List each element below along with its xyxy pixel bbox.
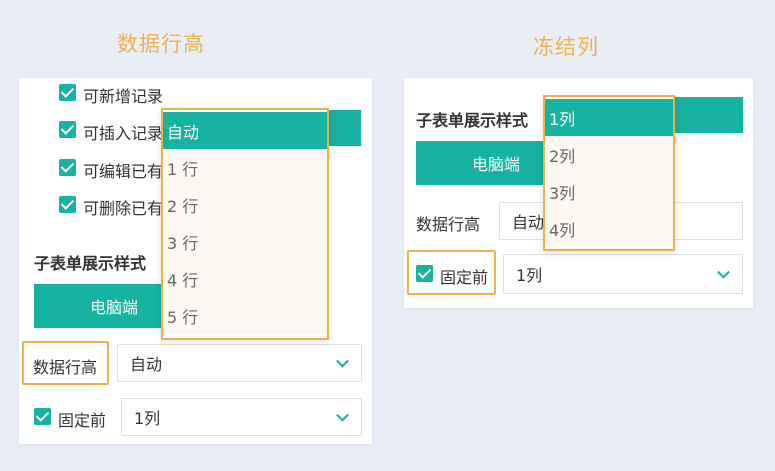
option-1-row[interactable]: 1 行 bbox=[163, 149, 327, 186]
row-height-value: 自动 bbox=[512, 213, 545, 232]
label-add-record: 可新增记录 bbox=[83, 87, 164, 106]
row-height-label: 数据行高 bbox=[416, 215, 481, 234]
checkbox-edit-record[interactable] bbox=[59, 159, 76, 176]
freeze-value: 1列 bbox=[134, 409, 161, 428]
label-insert-record: 可插入记录 bbox=[83, 124, 164, 143]
checkbox-delete-record[interactable] bbox=[59, 196, 76, 213]
label-delete-record: 可删除已有 bbox=[83, 199, 164, 218]
chevron-down-icon bbox=[336, 354, 349, 368]
checkbox-insert-record[interactable] bbox=[59, 121, 76, 138]
freeze-label: 固定前 bbox=[440, 268, 489, 287]
option-4-columns[interactable]: 4列 bbox=[545, 210, 673, 247]
freeze-label: 固定前 bbox=[58, 411, 107, 430]
row-height-dropdown: 自动 1 行 2 行 3 行 4 行 5 行 bbox=[161, 108, 329, 340]
freeze-value: 1列 bbox=[516, 266, 543, 285]
option-2-rows[interactable]: 2 行 bbox=[163, 186, 327, 223]
subtable-style-label: 子表单展示样式 bbox=[416, 111, 529, 130]
option-2-columns[interactable]: 2列 bbox=[545, 136, 673, 173]
option-3-columns[interactable]: 3列 bbox=[545, 173, 673, 210]
caption-freeze-columns: 冻结列 bbox=[533, 35, 599, 59]
caption-row-height: 数据行高 bbox=[117, 32, 205, 56]
checkbox-freeze[interactable] bbox=[416, 265, 433, 282]
row-height-select[interactable]: 自动 bbox=[117, 344, 362, 382]
row-height-label: 数据行高 bbox=[33, 358, 98, 377]
row-height-value: 自动 bbox=[130, 355, 163, 374]
option-1-column[interactable]: 1列 bbox=[545, 99, 673, 136]
option-3-rows[interactable]: 3 行 bbox=[163, 223, 327, 260]
checkbox-freeze[interactable] bbox=[34, 408, 51, 425]
subtable-style-label: 子表单展示样式 bbox=[34, 254, 147, 273]
freeze-select[interactable]: 1列 bbox=[503, 254, 743, 294]
selected-row-strip bbox=[674, 97, 743, 133]
selected-row-strip bbox=[329, 110, 361, 146]
freeze-columns-dropdown: 1列 2列 3列 4列 bbox=[543, 95, 675, 251]
checkbox-add-record[interactable] bbox=[59, 84, 76, 101]
freeze-select[interactable]: 1列 bbox=[121, 398, 362, 436]
option-auto[interactable]: 自动 bbox=[163, 112, 327, 149]
label-edit-record: 可编辑已有 bbox=[83, 162, 164, 181]
chevron-down-icon bbox=[717, 265, 730, 279]
option-4-rows[interactable]: 4 行 bbox=[163, 260, 327, 297]
chevron-down-icon bbox=[336, 408, 349, 422]
option-5-rows[interactable]: 5 行 bbox=[163, 297, 327, 334]
